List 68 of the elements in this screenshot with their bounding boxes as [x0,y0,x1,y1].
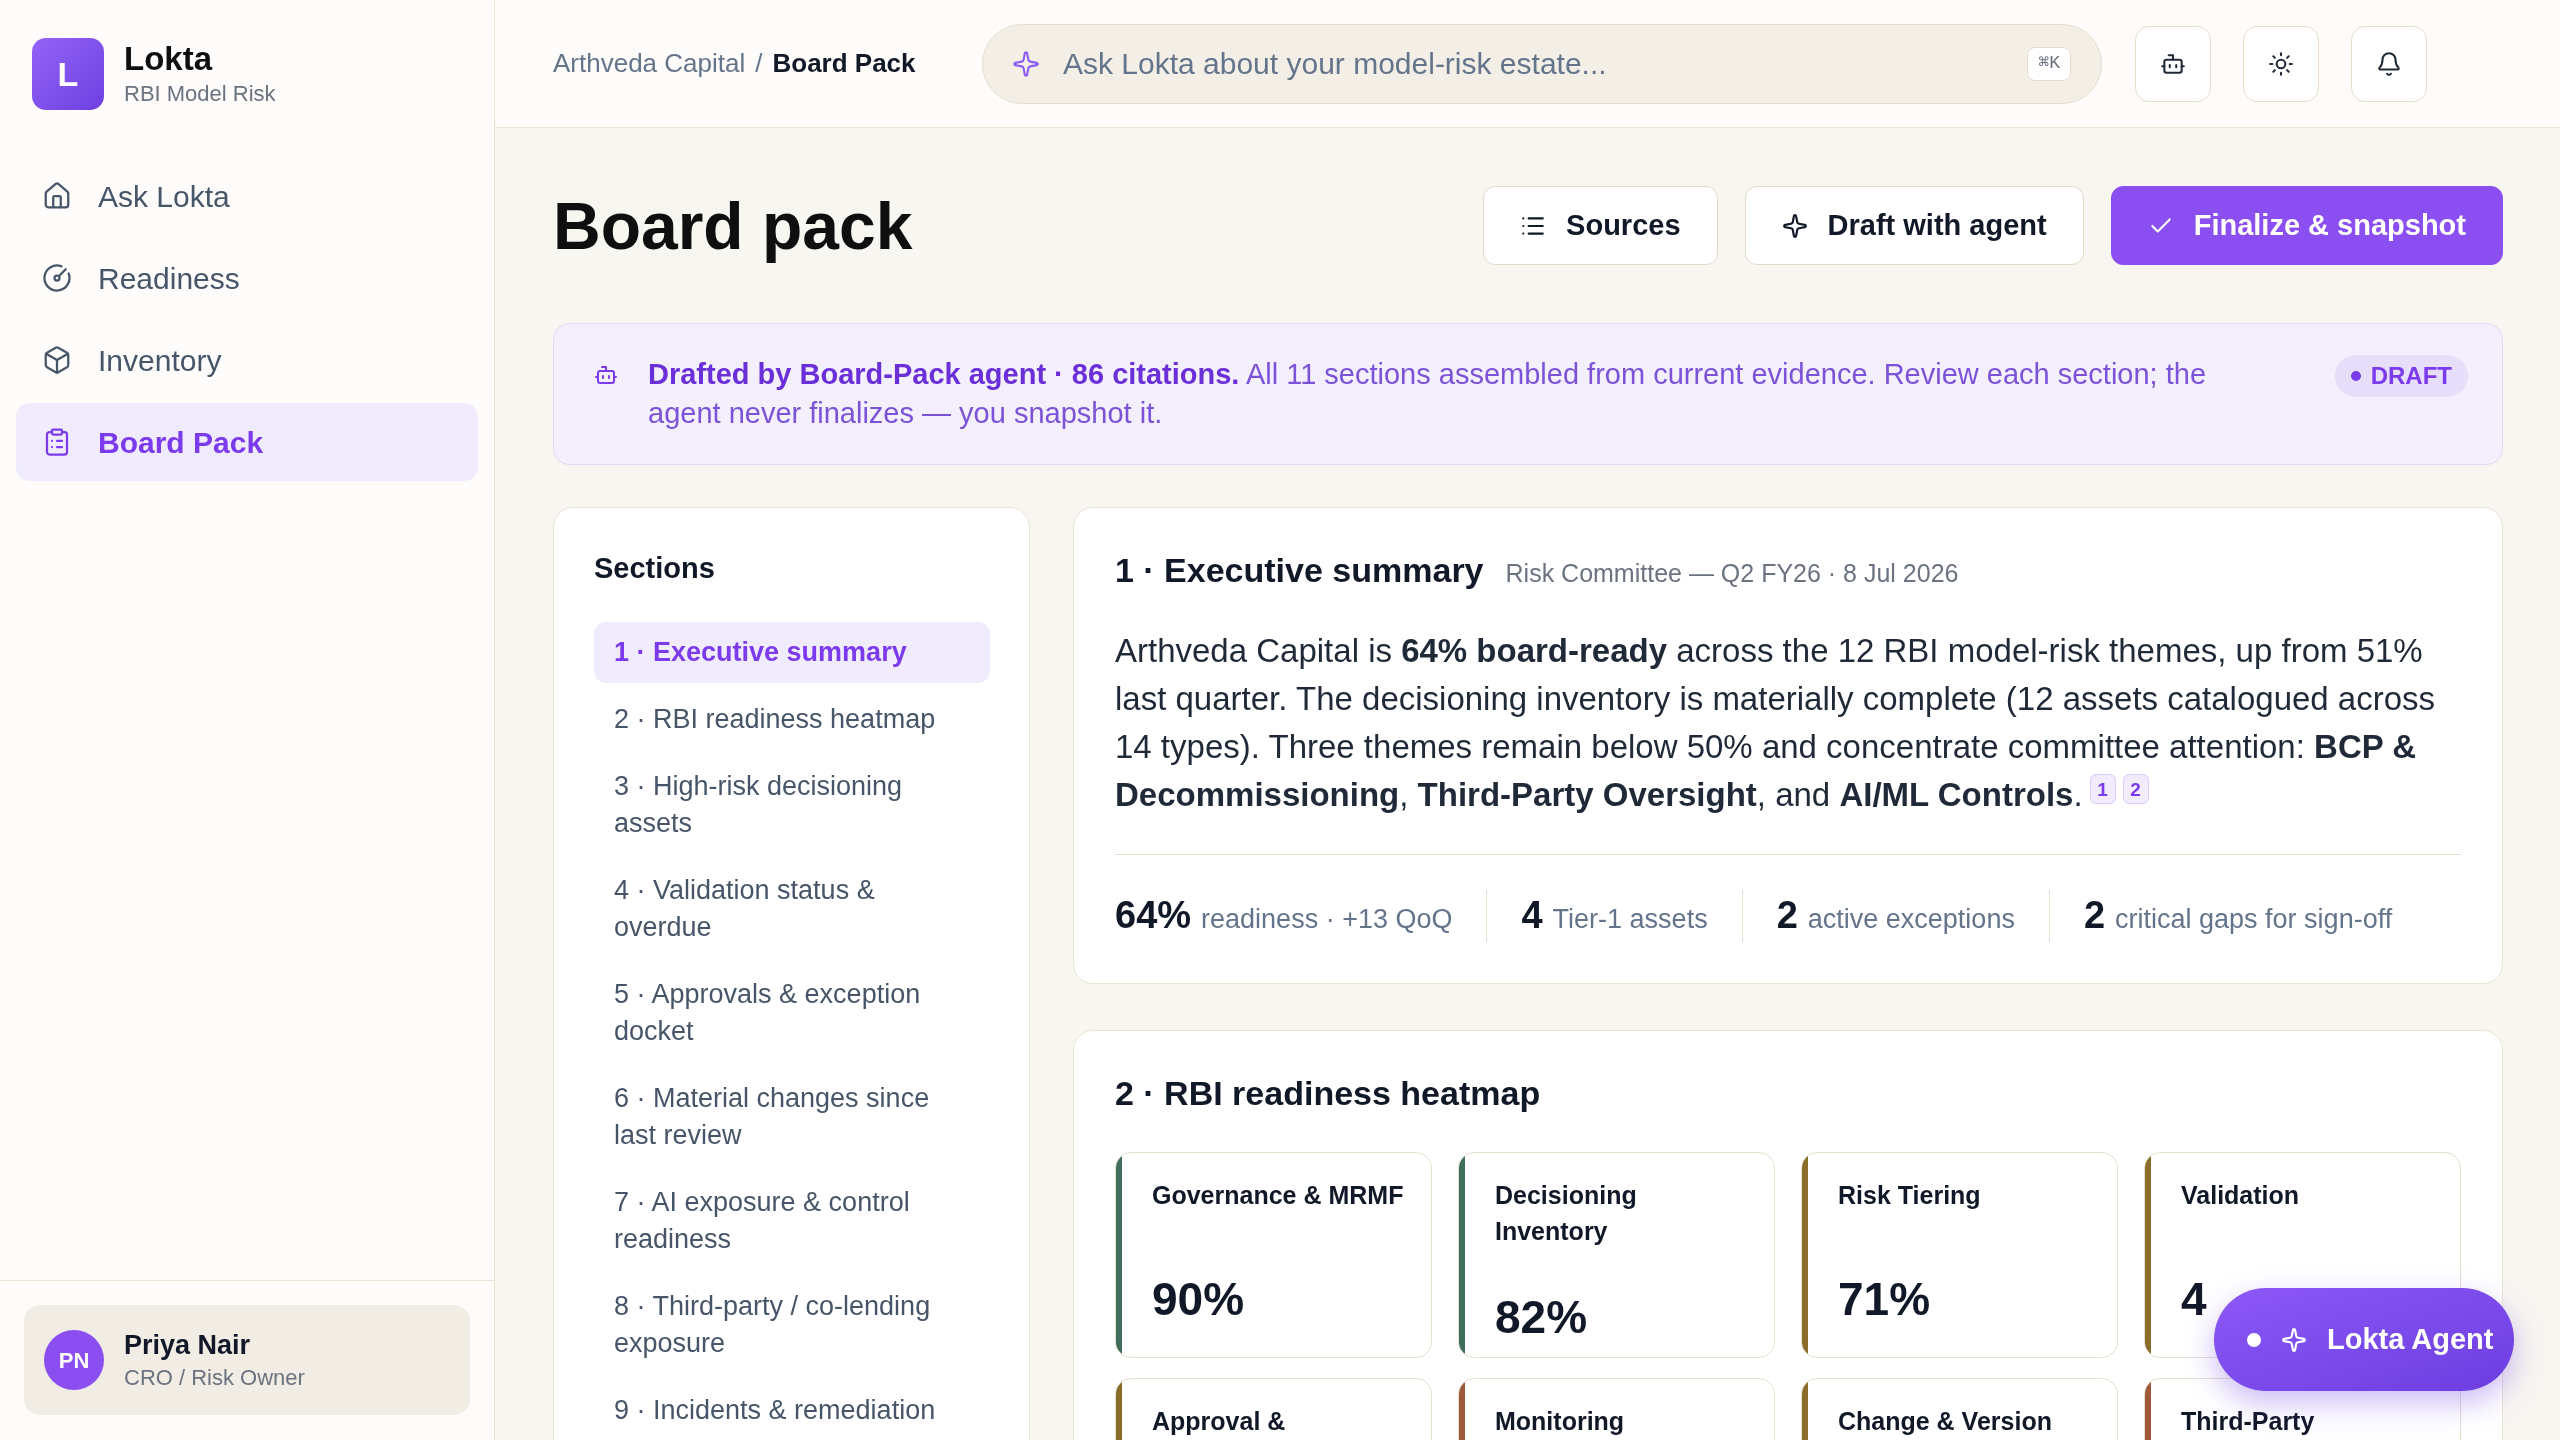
section-title: 2 · RBI readiness heatmap [1115,1072,1542,1114]
section-nav-item[interactable]: 7 · AI exposure & control readiness [594,1172,990,1270]
citation-link[interactable]: 2 [2122,774,2149,804]
stat-label: readiness · +13 QoQ [1201,903,1453,936]
cube-icon [42,345,72,375]
tile-value: 4 [2181,1271,2207,1327]
sparkle-icon [1012,49,1040,78]
bot-button[interactable] [2135,25,2211,102]
user-avatar: PN [44,1330,104,1390]
nav-item[interactable]: Inventory [16,321,478,399]
tile-label: Risk Tiering [1838,1179,1981,1211]
agent-button[interactable]: Lokta Agent [2214,1288,2514,1391]
tile-value: 90% [1152,1271,1245,1327]
banner-message: Drafted by Board-Pack agent · 86 citations. All 11 sections assembled from current evidence. Review each section; the agent never finalizes — you snapshot it. [648,357,2208,431]
brand-tagline: RBI Model Risk [124,80,276,108]
tile-label: Governance & MRMF [1152,1179,1404,1211]
tile-label: Change & Version [1838,1405,2052,1437]
section-nav-item[interactable]: 2 · RBI readiness heatmap [594,689,990,750]
nav-item[interactable]: Board Pack [16,403,478,481]
tile-value: 82% [1495,1289,1588,1345]
tile-label: Validation [2181,1179,2300,1211]
shortcut-key: ⌘K [2027,46,2071,81]
section-nav-item[interactable]: 3 · High-risk decisioning assets [594,756,990,854]
tile-label: Third-Party [2181,1405,2315,1437]
bot-icon [594,363,618,387]
section-nav-item[interactable]: 8 · Third-party / co-lending exposure [594,1276,990,1374]
user-role: CRO / Risk Owner [124,1364,305,1392]
section-nav-item[interactable]: 4 · Validation status & overdue [594,860,990,958]
notifications-button[interactable] [2351,25,2427,102]
section-nav-item[interactable]: 5 · Approvals & exception docket [594,964,990,1062]
section-meta: Risk Committee — Q2 FY26 · 8 Jul 2026 [1505,558,1959,589]
action-button[interactable]: Sources [1483,186,1718,265]
section-nav-item[interactable]: 6 · Material changes since last review [594,1068,990,1166]
user-name: Priya Nair [124,1329,252,1362]
logo-mark: L [32,38,104,110]
section-nav-item[interactable]: 1 · Executive summary [594,622,990,683]
tile-label: Monitoring [1495,1405,1625,1437]
bell-icon [2376,50,2402,77]
panel-heading: Sections [594,551,716,586]
home-icon [42,181,72,211]
brand-name: Lokta [124,39,214,79]
stat-value: 2 [1776,893,1798,938]
nav-item[interactable]: Readiness [16,239,478,317]
tile-label: Approval & [1152,1405,1286,1437]
stat-label: critical gaps for sign-off [2115,903,2393,936]
status-label: DRAFT [2370,361,2452,391]
stat-value: 64% [1115,893,1192,938]
tile-label: Decisioning Inventory [1495,1179,1638,1247]
stat-value: 4 [1521,893,1543,938]
gauge-icon [42,263,72,293]
sparkle-icon [1781,212,1808,239]
stat-value: 2 [2083,893,2106,938]
breadcrumb-link[interactable]: Arthveda Capital [553,44,746,83]
breadcrumb-current: Board Pack [772,47,916,80]
nav-item[interactable]: Ask Lokta [16,157,478,235]
citation-link[interactable]: 1 [2089,774,2116,804]
sun-icon [2268,50,2294,77]
stat-label: active exceptions [1807,903,2015,936]
action-button[interactable]: Finalize & snapshot [2110,186,2503,265]
theme-toggle-button[interactable] [2243,25,2319,102]
stat-label: Tier-1 assets [1552,903,1708,936]
section-title: 1 · Executive summary [1115,550,1484,591]
sparkle-icon [2281,1326,2307,1353]
section-nav-item[interactable]: 9 · Incidents & remediation [594,1380,990,1440]
action-button[interactable]: Draft with agent [1744,186,2084,265]
summary-paragraph: Arthveda Capital is 64% board-ready across the 12 RBI model-risk themes, up from 51% last quarter. The decisioning inventory is materially complete (12 assets catalogued across 14 types). Three themes remain below 50% and concentrate committee attention: BCP & Decommissioning, Third-Party Oversight, and AI/ML Controls. 1 2 [1115,630,2437,815]
tile-value: 71% [1838,1271,1931,1327]
breadcrumb-separator: / [755,47,763,80]
